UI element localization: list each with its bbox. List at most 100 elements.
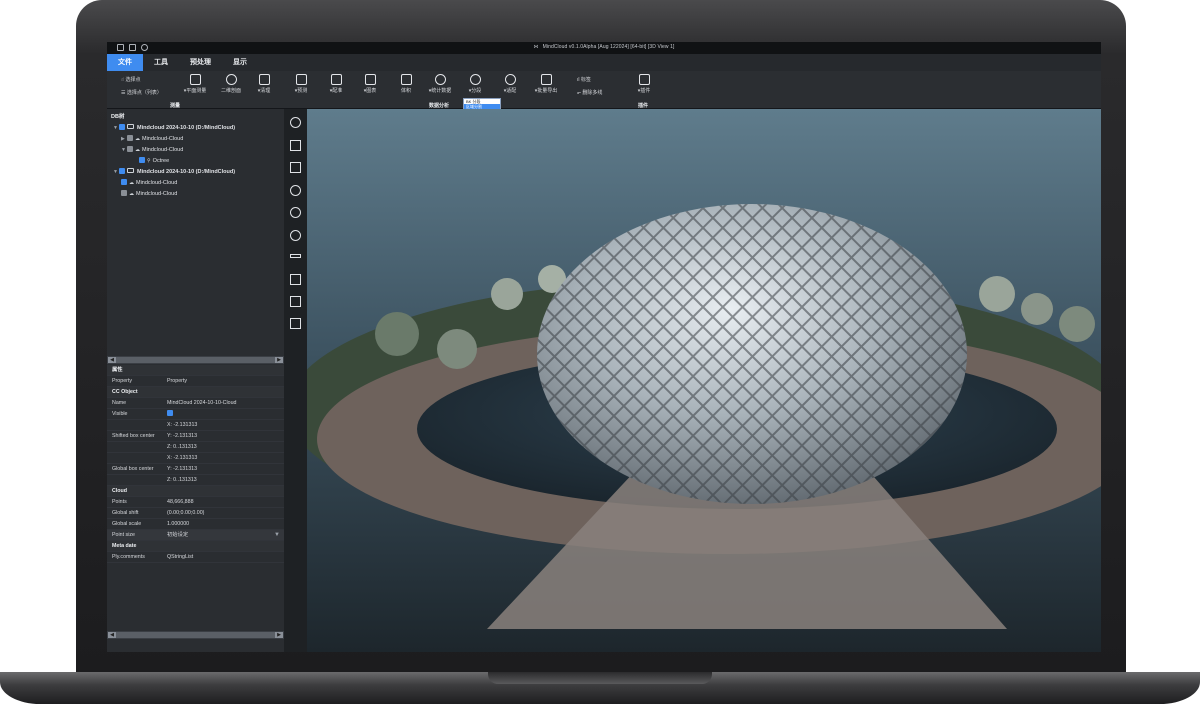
group-plugins-label: 插件 xyxy=(638,103,649,109)
section-cloud: Cloud xyxy=(107,486,284,497)
db-tree-scrollbar[interactable]: ◀ ▶ xyxy=(107,356,284,364)
cloud-icon: ☁ xyxy=(129,191,134,197)
octree-icon: ⚲ xyxy=(147,158,151,164)
cloud-icon: ☁ xyxy=(135,136,140,142)
prop-shifted-x: X: -2.131313 xyxy=(107,420,284,431)
export-icon xyxy=(540,74,552,85)
chevron-down-icon[interactable]: ▼ xyxy=(274,530,280,541)
prop-global-z: Z: 0..131313 xyxy=(107,475,284,486)
scroll-left-icon[interactable]: ◀ xyxy=(108,357,116,363)
cube-view-icon[interactable] xyxy=(290,296,301,307)
tree-item-project[interactable]: ▼ Mindcloud 2024-10-10 (D:/MindCloud) xyxy=(107,167,284,178)
bar-chart-icon xyxy=(295,74,307,85)
folder-icon xyxy=(127,168,134,173)
window-title: ⋈ MindCloud v0.1.0Alpha [Aug 122024] [64-… xyxy=(533,44,675,50)
point-cloud-render xyxy=(307,204,1101,629)
prop-name: Name MindCloud 2024-10-10-Cloud xyxy=(107,398,284,409)
3d-viewport[interactable] xyxy=(307,109,1101,652)
pie-chart-icon xyxy=(434,74,446,85)
measure-icon xyxy=(189,74,201,85)
eye-icon[interactable] xyxy=(290,117,301,128)
checkbox[interactable] xyxy=(127,135,133,141)
camera-area xyxy=(76,0,1126,42)
rotate-center-icon[interactable] xyxy=(290,207,301,218)
properties-scrollbar[interactable]: ◀ ▶ xyxy=(107,631,284,639)
zoom-extents-icon[interactable] xyxy=(290,162,301,173)
iso-view-icon[interactable] xyxy=(290,318,301,329)
tree xyxy=(979,276,1015,312)
menu-display[interactable]: 显示 xyxy=(222,54,258,71)
app-window: ⋈ MindCloud v0.1.0Alpha [Aug 122024] [64-… xyxy=(107,42,1101,652)
prop-global-y: Global box center Y: -2.131313 xyxy=(107,464,284,475)
tree xyxy=(1059,306,1095,342)
checkbox[interactable] xyxy=(121,190,127,196)
title-bar: ⋈ MindCloud v0.1.0Alpha [Aug 122024] [64-… xyxy=(107,42,1101,54)
register-icon xyxy=(330,74,342,85)
tree-item-cloud[interactable]: ▶ ☁ Mindcloud-Cloud xyxy=(107,134,284,145)
reset-rotation-icon[interactable] xyxy=(290,230,301,241)
cloud-icon: ☁ xyxy=(129,180,134,186)
ribbon-toolbar: ☝ 选择点 ☰ 选择点（列表） ▾平面测量 二维剖面 ▾清理 ▾预测 ▾配准 ▾… xyxy=(107,71,1101,109)
puzzle-icon xyxy=(638,74,650,85)
polyline-remove-button[interactable]: ⟜ 删除多线 xyxy=(577,89,602,96)
plugins-button[interactable]: ▾插件 xyxy=(622,74,666,94)
app-logo-icon: ⋈ xyxy=(533,44,539,50)
db-tree-header: DB树 xyxy=(111,114,125,120)
properties-header: 属性 xyxy=(107,365,284,376)
pick-point-button[interactable]: ☝ 选择点 xyxy=(121,76,140,83)
section-cc-object: CC Object xyxy=(107,387,284,398)
visible-checkbox[interactable] xyxy=(167,410,173,416)
checkbox[interactable] xyxy=(121,179,127,185)
folder-icon xyxy=(127,124,134,129)
menu-bar: 文件 工具 预处理 显示 xyxy=(107,54,1101,71)
tree-item-cloud[interactable]: ☁ Mindcloud-Cloud xyxy=(107,178,284,189)
batch-export-button[interactable]: ▾批量导出 xyxy=(524,74,568,94)
checkbox[interactable] xyxy=(139,157,145,163)
menu-tools[interactable]: 工具 xyxy=(143,54,179,71)
laptop-hinge xyxy=(488,672,712,684)
cloud-icon: ☁ xyxy=(135,147,140,153)
ruler-chart-icon xyxy=(364,74,376,85)
broom-icon xyxy=(258,74,270,85)
rotate-icon[interactable] xyxy=(290,185,301,196)
group-measure-label: 测量 xyxy=(170,103,181,109)
tree-item-octree[interactable]: ⚲ Octree xyxy=(107,156,284,167)
cube-icon xyxy=(400,74,412,85)
prop-global-scale: Global scale 1.000000 xyxy=(107,519,284,530)
properties-column-header: Property Property xyxy=(107,376,284,387)
section-meta: Meta date xyxy=(107,541,284,552)
prop-shifted-y: Shifted box center Y: -2.131313 xyxy=(107,431,284,442)
tree-item-project[interactable]: ▼ Mindcloud 2024-10-10 (D:/MindCloud) xyxy=(107,123,284,134)
scroll-left-icon[interactable]: ◀ xyxy=(108,632,116,638)
prop-global-shift: Global shift (0.00;0.00;0.00) xyxy=(107,508,284,519)
ruler-icon[interactable] xyxy=(290,254,301,258)
checkbox[interactable] xyxy=(119,168,125,174)
prop-ply-comments: Ply.comments QStringList xyxy=(107,552,284,563)
pick-point-list-button[interactable]: ☰ 选择点（列表） xyxy=(121,89,162,96)
menu-file[interactable]: 文件 xyxy=(107,54,143,71)
label-button[interactable]: ıl 标签 xyxy=(577,76,591,83)
scissors-icon xyxy=(469,74,481,85)
front-view-icon[interactable] xyxy=(290,274,301,285)
checkbox[interactable] xyxy=(119,124,125,130)
tree xyxy=(375,312,419,356)
prop-shifted-z: Z: 0..131313 xyxy=(107,442,284,453)
dome-lattice xyxy=(537,204,967,504)
prop-point-size[interactable]: Point size 初始设定 ▼ xyxy=(107,530,284,541)
menu-preprocess[interactable]: 预处理 xyxy=(179,54,222,71)
tree xyxy=(437,329,477,369)
section-icon xyxy=(225,74,237,85)
db-tree-panel: DB树 ▼ Mindcloud 2024-10-10 (D:/MindCloud)… xyxy=(107,109,284,365)
tree xyxy=(1021,293,1053,325)
tree-item-cloud[interactable]: ▼ ☁ Mindcloud-Cloud xyxy=(107,145,284,156)
scroll-right-icon[interactable]: ▶ xyxy=(275,632,283,638)
fit-icon[interactable] xyxy=(290,140,301,151)
prop-points: Points 48,666,888 xyxy=(107,497,284,508)
checkbox[interactable] xyxy=(127,146,133,152)
prop-global-x: X: -2.131313 xyxy=(107,453,284,464)
properties-panel: 属性 Property Property CC Object Name MindCl… xyxy=(107,365,284,652)
fit-shape-icon xyxy=(504,74,516,85)
scroll-right-icon[interactable]: ▶ xyxy=(275,357,283,363)
view-toolbar xyxy=(284,109,307,652)
tree-item-cloud[interactable]: ☁ Mindcloud-Cloud xyxy=(107,189,284,200)
